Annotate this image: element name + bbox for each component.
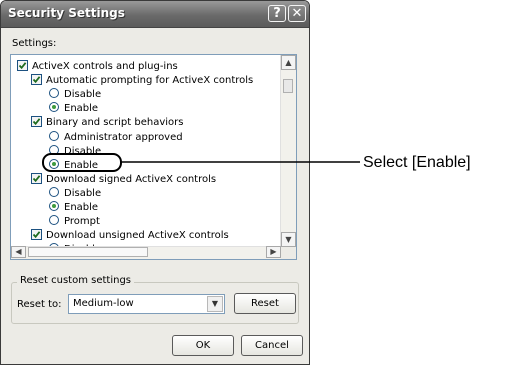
tree-item-label: Administrator approved xyxy=(64,131,183,143)
tree-option[interactable]: Enable xyxy=(49,201,98,215)
tree-item-label: Download unsigned ActiveX controls xyxy=(46,230,229,242)
tree-item-label: Download signed ActiveX controls xyxy=(46,173,217,185)
settings-tree[interactable]: ActiveX controls and plug-ins Automatic p… xyxy=(10,54,297,260)
horizontal-scroll-thumb[interactable] xyxy=(28,247,148,257)
tree-option[interactable]: Enable xyxy=(49,158,99,173)
title-bar[interactable]: Security Settings ? ✕ xyxy=(1,1,309,28)
settings-label: Settings: xyxy=(12,38,57,49)
cancel-button[interactable]: Cancel xyxy=(241,335,303,356)
tree-option[interactable]: Disable xyxy=(49,144,102,159)
tree-item-label: Enable xyxy=(64,159,99,171)
tree-option[interactable]: Administrator approved xyxy=(49,130,183,145)
scroll-down-icon[interactable]: ▼ xyxy=(281,232,296,247)
settings-tree-list: ActiveX controls and plug-ins Automatic p… xyxy=(11,55,281,247)
chevron-down-icon[interactable]: ▼ xyxy=(207,296,223,312)
callout-text: Select [Enable] xyxy=(363,154,471,171)
reset-group-legend: Reset custom settings xyxy=(17,275,134,286)
help-button[interactable]: ? xyxy=(268,5,286,22)
radio-unchecked-icon[interactable] xyxy=(49,144,59,155)
tree-item-label: Binary and script behaviors xyxy=(46,117,184,129)
checkbox-icon[interactable] xyxy=(17,60,28,71)
tree-category[interactable]: Automatic prompting for ActiveX controls xyxy=(31,74,253,88)
radio-unchecked-icon[interactable] xyxy=(49,215,59,226)
tree-category[interactable]: ActiveX controls and plug-ins xyxy=(17,60,178,74)
tree-item-label: Disable xyxy=(64,187,102,199)
reset-button[interactable]: Reset xyxy=(234,293,296,314)
scroll-corner xyxy=(281,247,296,259)
radio-checked-icon[interactable] xyxy=(49,102,59,113)
tree-option[interactable]: Disable xyxy=(49,88,101,102)
scroll-thumb[interactable] xyxy=(283,79,293,93)
tree-option[interactable]: Prompt xyxy=(49,215,100,229)
tree-item-label: Automatic prompting for ActiveX controls xyxy=(46,75,254,87)
scroll-right-icon[interactable]: ▶ xyxy=(266,246,281,258)
reset-level-select[interactable]: Medium-low ▼ xyxy=(68,294,225,314)
tree-category[interactable]: Download unsigned ActiveX controls xyxy=(31,229,229,243)
tree-category[interactable]: Download signed ActiveX controls xyxy=(31,172,217,187)
tree-category[interactable]: Binary and script behaviors xyxy=(31,116,183,130)
horizontal-scrollbar[interactable]: ◀ ▶ xyxy=(11,246,281,259)
tree-item-label: Disable xyxy=(64,89,102,101)
vertical-scrollbar[interactable]: ▲ ▼ xyxy=(280,55,296,247)
reset-level-value: Medium-low xyxy=(73,298,134,309)
radio-checked-icon[interactable] xyxy=(49,201,59,211)
security-settings-dialog: Security Settings ? ✕ Settings: ActiveX … xyxy=(0,0,310,365)
tree-item-label: Enable xyxy=(64,202,99,213)
checkbox-icon[interactable] xyxy=(31,229,42,241)
radio-unchecked-icon[interactable] xyxy=(49,130,59,141)
ok-button[interactable]: OK xyxy=(172,335,234,356)
checkbox-icon[interactable] xyxy=(31,74,42,86)
tree-option[interactable]: Enable xyxy=(49,102,98,116)
radio-unchecked-icon[interactable] xyxy=(49,88,59,99)
tree-option[interactable]: Disable xyxy=(49,186,102,201)
scroll-up-icon[interactable]: ▲ xyxy=(281,55,296,70)
reset-to-label: Reset to: xyxy=(17,299,62,310)
checkbox-icon[interactable] xyxy=(31,172,42,184)
tree-item-label: Enable xyxy=(64,103,99,115)
scroll-left-icon[interactable]: ◀ xyxy=(11,246,26,258)
tree-item-label: Prompt xyxy=(64,216,100,228)
close-button[interactable]: ✕ xyxy=(288,5,306,22)
tree-item-label: ActiveX controls and plug-ins xyxy=(32,61,178,72)
tree-item-label: Disable xyxy=(64,145,102,157)
window-title: Security Settings xyxy=(8,6,125,20)
radio-unchecked-icon[interactable] xyxy=(49,186,59,197)
checkbox-icon[interactable] xyxy=(31,116,42,128)
radio-checked-icon[interactable] xyxy=(49,158,59,169)
